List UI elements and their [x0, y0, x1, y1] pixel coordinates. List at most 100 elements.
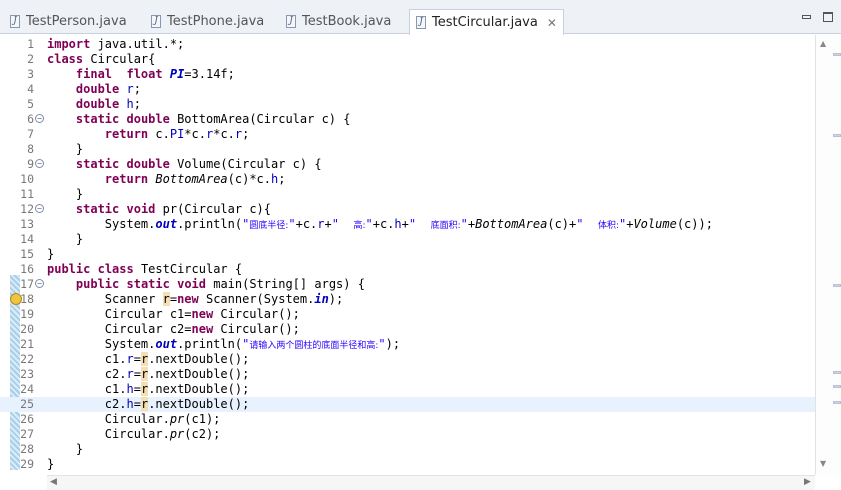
tab-label: TestPerson.java: [26, 14, 127, 29]
tab-testcircular[interactable]: J TestCircular.java ✕: [409, 9, 564, 35]
code-line[interactable]: 8 }: [0, 142, 815, 157]
code-line[interactable]: 11 }: [0, 187, 815, 202]
code-line[interactable]: 28 }: [0, 442, 815, 457]
code-text: c2.h=r.nextDouble();: [47, 397, 250, 411]
code-text: }: [47, 457, 55, 471]
scroll-down-icon[interactable]: ▼: [820, 459, 826, 468]
code-line[interactable]: 2 class Circular{: [0, 52, 815, 67]
tab-label: TestBook.java: [302, 14, 392, 29]
code-line[interactable]: 18 Scanner r=new Scanner(System.in);: [0, 292, 815, 307]
code-line[interactable]: 27 Circular.pr(c2);: [0, 427, 815, 442]
tab-testperson[interactable]: J TestPerson.java: [10, 9, 127, 34]
tab-testphone[interactable]: J TestPhone.java: [151, 9, 264, 34]
overview-ruler[interactable]: ▲ ▼: [815, 35, 841, 475]
line-number: 25: [20, 397, 34, 411]
code-line[interactable]: 21 System.out.println("请输入两个圆柱的底面半径和高:")…: [0, 337, 815, 352]
overview-mark[interactable]: [833, 401, 841, 404]
code-line[interactable]: 16 public class TestCircular {: [0, 262, 815, 277]
code-line[interactable]: 13 System.out.println("圆底半径:"+c.r+" 高:"+…: [0, 217, 815, 232]
code-line[interactable]: 15}: [0, 247, 815, 262]
code-text: Circular.pr(c1);: [47, 412, 221, 426]
line-number: 26: [20, 412, 34, 426]
line-number: 10: [20, 172, 34, 186]
code-editor[interactable]: 1 import java.util.*; 2 class Circular{3 fi…: [0, 35, 815, 475]
fold-collapse-icon[interactable]: −: [35, 279, 44, 288]
code-line[interactable]: 12− static void pr(Circular c){: [0, 202, 815, 217]
code-line[interactable]: 25 c2.h=r.nextDouble();: [0, 397, 815, 412]
overview-mark[interactable]: [833, 385, 841, 388]
line-number: 13: [20, 217, 34, 231]
code-text: public class TestCircular {: [47, 262, 243, 276]
code-line[interactable]: 4 double r;: [0, 82, 815, 97]
line-number: 7: [27, 127, 34, 141]
code-line[interactable]: 19 Circular c1=new Circular();: [0, 307, 815, 322]
code-text: }: [47, 247, 55, 261]
java-file-icon: J: [416, 16, 426, 29]
scroll-left-icon[interactable]: ◀: [50, 477, 57, 487]
minimize-icon[interactable]: [802, 15, 811, 19]
fold-collapse-icon[interactable]: −: [35, 204, 44, 213]
line-number: 27: [20, 427, 34, 441]
line-number: 5: [27, 97, 34, 111]
code-text: Circular c2=new Circular();: [47, 322, 300, 336]
line-number: 29: [20, 457, 34, 471]
overview-mark[interactable]: [833, 134, 841, 137]
code-line[interactable]: 14 }: [0, 232, 815, 247]
overview-mark[interactable]: [833, 53, 841, 56]
code-line[interactable]: 26 Circular.pr(c1);: [0, 412, 815, 427]
code-text: }: [47, 142, 84, 156]
scroll-up-icon[interactable]: ▲: [820, 39, 826, 48]
code-text: }: [47, 232, 84, 246]
tab-testbook[interactable]: J TestBook.java: [286, 9, 391, 34]
editor-tab-bar: J TestPerson.java J TestPhone.java J Tes…: [0, 0, 841, 35]
code-line[interactable]: 23 c2.r=r.nextDouble();: [0, 367, 815, 382]
maximize-icon[interactable]: [823, 12, 833, 22]
code-text: return c.PI*c.r*c.r;: [104, 127, 250, 141]
overview-mark[interactable]: [833, 371, 841, 374]
code-line[interactable]: 9− static double Volume(Circular c) {: [0, 157, 815, 172]
code-text: static void pr(Circular c){: [75, 202, 271, 216]
tab-label: TestCircular.java: [432, 15, 538, 30]
line-number: 6: [27, 112, 34, 126]
code-text: class Circular{: [47, 52, 156, 66]
code-text: static double Volume(Circular c) {: [75, 157, 322, 171]
line-number: 2: [27, 52, 34, 66]
code-text: Circular.pr(c2);: [47, 427, 221, 441]
code-line[interactable]: 22 c1.r=r.nextDouble();: [0, 352, 815, 367]
scroll-right-icon[interactable]: ▶: [804, 477, 811, 487]
java-file-icon: J: [286, 15, 296, 28]
line-number: 24: [20, 382, 34, 396]
code-line[interactable]: 7 return c.PI*c.r*c.r;: [0, 127, 815, 142]
code-line[interactable]: 1 import java.util.*;: [0, 37, 815, 52]
line-number: 15: [20, 247, 34, 261]
code-text: public static void main(String[] args) {: [75, 277, 365, 291]
code-line[interactable]: 17− public static void main(String[] arg…: [0, 277, 815, 292]
line-number: 17: [20, 277, 34, 291]
code-text: }: [47, 442, 84, 456]
code-text: c2.r=r.nextDouble();: [47, 367, 250, 381]
code-line[interactable]: 24 c1.h=r.nextDouble();: [0, 382, 815, 397]
fold-collapse-icon[interactable]: −: [35, 159, 44, 168]
overview-mark[interactable]: [833, 284, 841, 287]
line-number: 4: [27, 82, 34, 96]
line-number: 23: [20, 367, 34, 381]
code-line[interactable]: 6− static double BottomArea(Circular c) …: [0, 112, 815, 127]
line-number: 28: [20, 442, 34, 456]
line-number: 14: [20, 232, 34, 246]
line-number: 18: [20, 292, 34, 306]
tab-label: TestPhone.java: [167, 14, 265, 29]
close-icon[interactable]: ✕: [547, 16, 557, 30]
code-text: double h;: [75, 97, 141, 111]
fold-collapse-icon[interactable]: −: [35, 114, 44, 123]
code-line[interactable]: 5 double h;: [0, 97, 815, 112]
code-text: Scanner r=new Scanner(System.in);: [47, 292, 344, 306]
line-number: 19: [20, 307, 34, 321]
code-text: import java.util.*;: [47, 37, 185, 51]
code-line[interactable]: 10 return BottomArea(c)*c.h;: [0, 172, 815, 187]
horizontal-scrollbar[interactable]: ◀ ▶: [47, 475, 815, 490]
code-line[interactable]: 20 Circular c2=new Circular();: [0, 322, 815, 337]
line-number: 8: [27, 142, 34, 156]
code-line[interactable]: 3 final float PI=3.14f;: [0, 67, 815, 82]
line-number: 20: [20, 322, 34, 336]
code-line[interactable]: 29}: [0, 457, 815, 472]
